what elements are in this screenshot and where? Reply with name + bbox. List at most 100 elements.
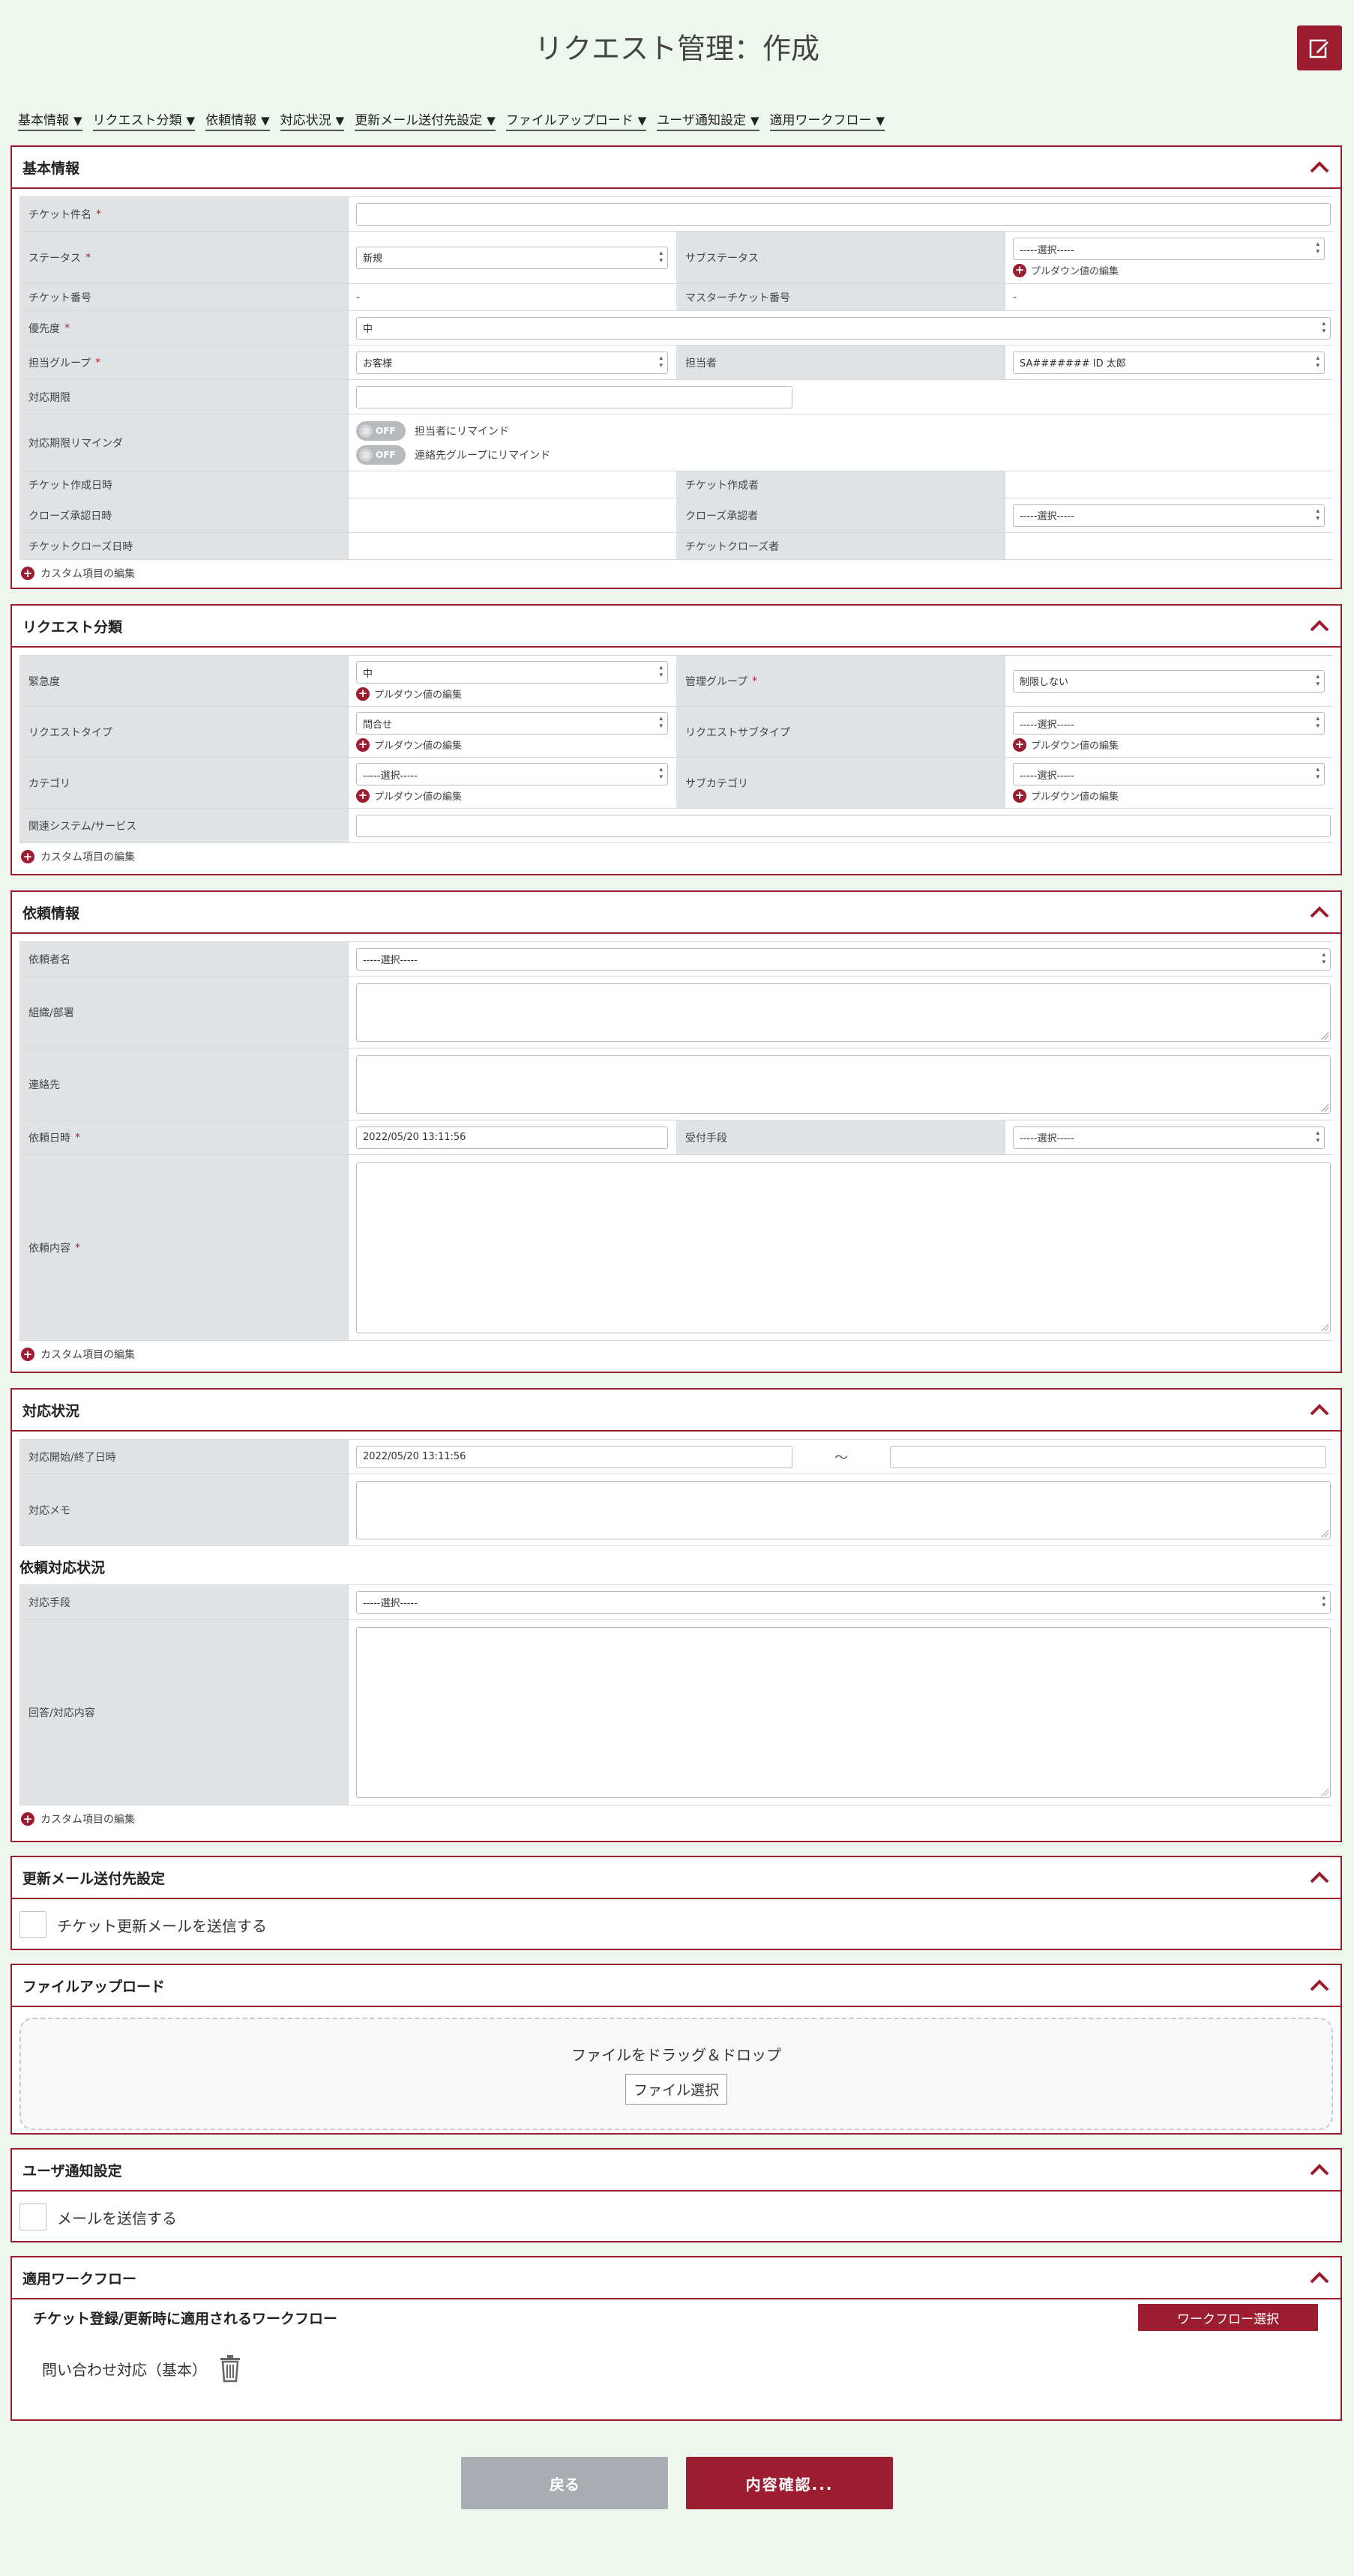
edit-button[interactable] xyxy=(1297,25,1342,70)
section-header[interactable]: ファイルアップロード xyxy=(12,1965,1341,2007)
nav-notify[interactable]: ユーザ通知設定 ▼ xyxy=(657,109,759,131)
reception-select[interactable]: -----選択----- xyxy=(1013,1126,1325,1149)
request-form: 依頼者名 -----選択----- 組織/部署 連絡先 依頼日時* 2022/0… xyxy=(19,941,1333,1341)
chevron-up-icon[interactable] xyxy=(1309,1978,1330,1993)
req-subtype-select[interactable]: -----選択----- xyxy=(1013,712,1325,735)
row-group: 担当グループ* お客様 担当者 SA####### ID 太郎 xyxy=(19,346,1333,380)
pulldown-edit-link[interactable]: + プルダウン値の編集 xyxy=(356,788,669,803)
content-textarea[interactable] xyxy=(356,1162,1331,1333)
pulldown-edit-link[interactable]: + プルダウン値の編集 xyxy=(356,687,669,701)
section-title: 更新メール送付先設定 xyxy=(22,1870,166,1887)
custom-item-edit-link[interactable]: + カスタム項目の編集 xyxy=(12,1341,1341,1368)
notify-checkbox[interactable] xyxy=(19,2204,46,2230)
subcategory-select[interactable]: -----選択----- xyxy=(1013,763,1325,785)
category-select[interactable]: -----選択----- xyxy=(356,763,668,785)
classification-form: 緊急度 中 +プルダウン値の編集 管理グループ* 制限しない リクエストタイプ … xyxy=(19,655,1333,843)
label-status: ステータス * xyxy=(19,232,348,283)
status-select[interactable]: 新規 xyxy=(356,246,668,269)
label-priority: 優先度 * xyxy=(19,311,348,345)
nav-mail[interactable]: 更新メール送付先設定 ▼ xyxy=(355,109,496,131)
chevron-up-icon[interactable] xyxy=(1309,2162,1330,2177)
mail-checkbox-label: チケット更新メールを送信する xyxy=(57,1916,267,1935)
mail-checkbox[interactable] xyxy=(19,1911,46,1938)
nav-response[interactable]: 対応状況 ▼ xyxy=(280,109,345,131)
nav-upload[interactable]: ファイルアップロード ▼ xyxy=(505,109,647,131)
memo-textarea[interactable] xyxy=(356,1480,1331,1539)
row-reminder: 対応期限リマインダ OFF 担当者にリマインド OFF 連絡先グループにリマインド xyxy=(19,414,1333,471)
notify-checkbox-row[interactable]: メールを送信する xyxy=(12,2198,1341,2236)
remind-group-toggle[interactable]: OFF xyxy=(356,444,406,465)
section-title: ファイルアップロード xyxy=(22,1978,166,1995)
section-header[interactable]: ユーザ通知設定 xyxy=(12,2150,1341,2192)
plus-icon: + xyxy=(356,687,370,701)
dropzone-text: ファイルをドラッグ＆ドロップ xyxy=(571,2046,781,2064)
chevron-up-icon[interactable] xyxy=(1309,160,1330,175)
plus-icon: + xyxy=(1013,788,1026,803)
requested-at-input[interactable]: 2022/05/20 13:11:56 xyxy=(356,1126,668,1149)
basic-form: チケット件名* ステータス* 新規 サブステータス -----選択----- +… xyxy=(19,196,1333,560)
chevron-up-icon[interactable] xyxy=(1309,618,1330,633)
label-org: 組織/部署 xyxy=(19,977,348,1048)
urgency-select[interactable]: 中 xyxy=(356,661,668,684)
row-close-approval: クローズ承認日時 クローズ承認者 -----選択----- xyxy=(19,498,1333,533)
custom-item-edit-link[interactable]: + カスタム項目の編集 xyxy=(12,843,1341,870)
trash-icon[interactable] xyxy=(217,2353,243,2383)
mgmt-group-select[interactable]: 制限しない xyxy=(1013,669,1325,693)
section-header[interactable]: 対応状況 xyxy=(12,1390,1341,1432)
section-header[interactable]: 適用ワークフロー xyxy=(12,2257,1341,2299)
requester-select[interactable]: -----選択----- xyxy=(356,947,1331,971)
section-title: リクエスト分類 xyxy=(22,618,123,636)
req-type-select[interactable]: 問合せ xyxy=(356,712,668,735)
confirm-button[interactable]: 内容確認... xyxy=(686,2457,893,2509)
period-start-input[interactable]: 2022/05/20 13:11:56 xyxy=(356,1445,792,1468)
nav-request[interactable]: 依頼情報 ▼ xyxy=(205,109,270,131)
label-answer: 回答/対応内容 xyxy=(19,1620,348,1805)
section-header[interactable]: 依頼情報 xyxy=(12,892,1341,934)
custom-item-edit-link[interactable]: + カスタム項目の編集 xyxy=(12,560,1341,587)
group-select[interactable]: お客様 xyxy=(356,351,668,374)
mail-checkbox-row[interactable]: チケット更新メールを送信する xyxy=(12,1905,1341,1944)
plus-icon: + xyxy=(21,1348,34,1361)
chevron-up-icon[interactable] xyxy=(1309,2270,1330,2285)
file-select-button[interactable]: ファイル選択 xyxy=(625,2074,727,2105)
nav-workflow[interactable]: 適用ワークフロー ▼ xyxy=(769,109,885,131)
answer-textarea[interactable] xyxy=(356,1626,1331,1798)
chevron-up-icon[interactable] xyxy=(1309,1402,1330,1417)
nav-basic[interactable]: 基本情報 ▼ xyxy=(18,109,82,131)
row-org: 組織/部署 xyxy=(19,977,1333,1049)
page-title: リクエスト管理：作成 xyxy=(534,32,819,65)
section-header[interactable]: 更新メール送付先設定 xyxy=(12,1857,1341,1899)
org-textarea[interactable] xyxy=(356,983,1331,1042)
section-header[interactable]: 基本情報 xyxy=(12,147,1341,189)
label-closer: チケットクローズ者 xyxy=(676,533,1005,559)
section-title: 依頼情報 xyxy=(22,905,80,922)
row-category: カテゴリ -----選択----- +プルダウン値の編集 サブカテゴリ ----… xyxy=(19,758,1333,809)
pulldown-edit-link[interactable]: + プルダウン値の編集 xyxy=(356,737,669,752)
pulldown-edit-link[interactable]: + プルダウン値の編集 xyxy=(1013,263,1326,277)
assignee-select[interactable]: SA####### ID 太郎 xyxy=(1013,351,1325,374)
remind-assignee-toggle[interactable]: OFF xyxy=(356,420,406,441)
nav-classification[interactable]: リクエスト分類 ▼ xyxy=(92,109,196,131)
contact-textarea[interactable] xyxy=(356,1055,1331,1114)
custom-item-edit-link[interactable]: + カスタム項目の編集 xyxy=(12,1806,1341,1833)
ticket-name-input[interactable] xyxy=(356,202,1331,226)
section-response: 対応状況 対応開始/終了日時 2022/05/20 13:11:56 ～ 対応メ… xyxy=(10,1388,1342,1842)
pulldown-edit-link[interactable]: + プルダウン値の編集 xyxy=(1013,737,1326,752)
back-button[interactable]: 戻る xyxy=(461,2457,668,2509)
chevron-up-icon[interactable] xyxy=(1309,1870,1330,1885)
close-approver-select[interactable]: -----選択----- xyxy=(1013,504,1325,527)
workflow-select-button[interactable]: ワークフロー選択 xyxy=(1138,2304,1318,2331)
chevron-up-icon[interactable] xyxy=(1309,905,1330,920)
label-contact: 連絡先 xyxy=(19,1049,348,1120)
method-select[interactable]: -----選択----- xyxy=(356,1590,1331,1614)
label-memo: 対応メモ xyxy=(19,1474,348,1545)
sub-status-select[interactable]: -----選択----- xyxy=(1013,238,1325,260)
pulldown-edit-link[interactable]: + プルダウン値の編集 xyxy=(1013,788,1326,803)
file-dropzone[interactable]: ファイルをドラッグ＆ドロップ ファイル選択 xyxy=(19,2018,1333,2130)
edit-icon xyxy=(1309,39,1331,58)
period-end-input[interactable] xyxy=(890,1445,1326,1468)
priority-select[interactable]: 中 xyxy=(356,316,1331,340)
deadline-input[interactable] xyxy=(356,385,792,408)
section-header[interactable]: リクエスト分類 xyxy=(12,606,1341,648)
related-system-input[interactable] xyxy=(356,814,1331,837)
